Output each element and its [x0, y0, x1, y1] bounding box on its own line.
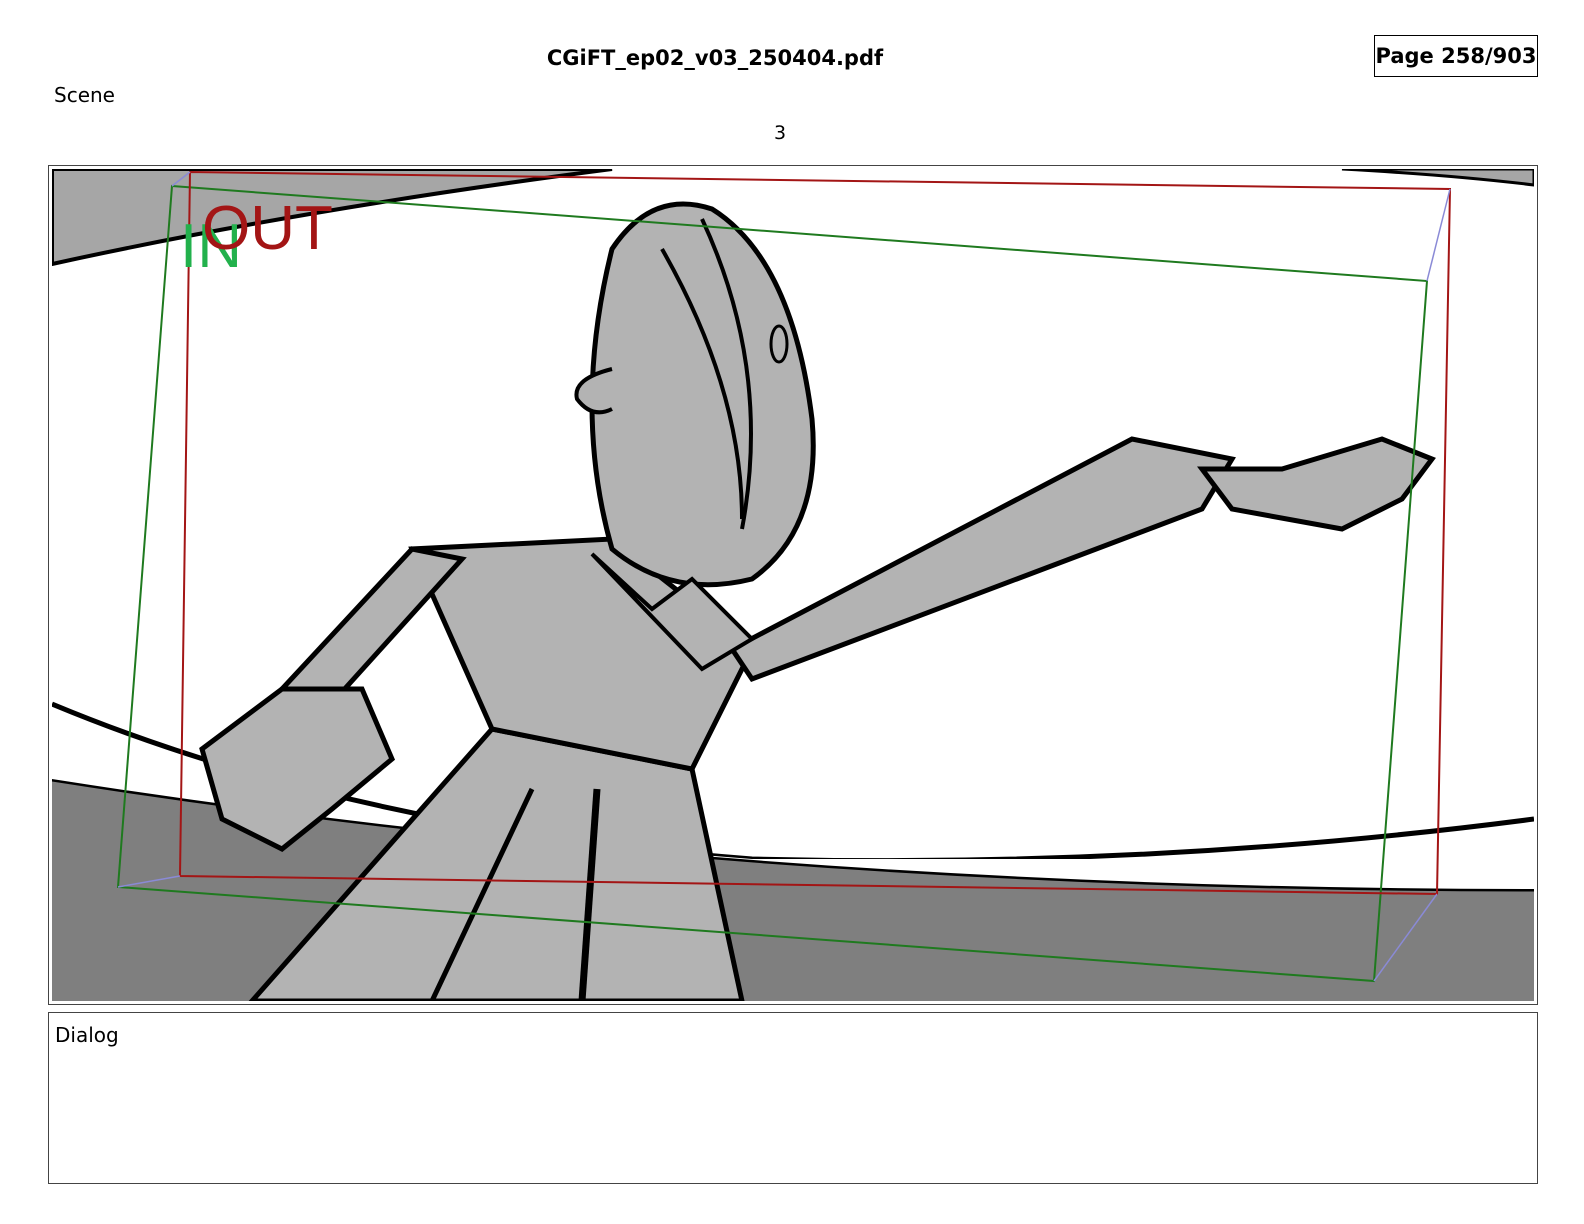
scene-label: Scene [54, 83, 115, 107]
out-frame-marker: OUT [202, 194, 333, 263]
dialog-box: Dialog [48, 1012, 1538, 1184]
storyboard-sketch: IN OUT [52, 169, 1534, 1001]
dialog-label: Dialog [55, 1023, 119, 1047]
document-title: CGiFT_ep02_v03_250404.pdf [546, 46, 884, 70]
storyboard-panel: IN OUT [52, 169, 1534, 1001]
scene-number: 3 [773, 122, 787, 144]
page-indicator: Page 258/903 [1374, 35, 1538, 77]
